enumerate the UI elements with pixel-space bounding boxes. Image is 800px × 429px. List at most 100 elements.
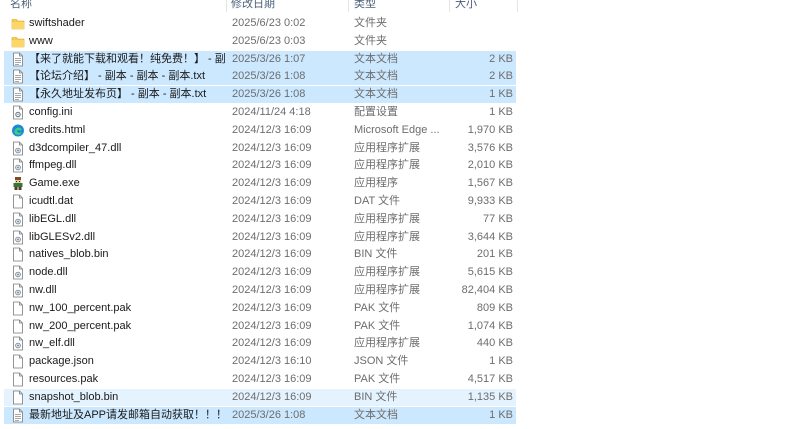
file-row[interactable]: 最新地址及APP请发邮箱自动获取！！！... 2025/3/26 1:08 文本文档…	[4, 406, 516, 424]
blank-file-icon	[11, 319, 25, 334]
file-modified-date: 2024/12/3 16:09	[232, 159, 312, 172]
edge-icon	[11, 123, 25, 138]
blank-file-icon	[11, 194, 25, 209]
file-row[interactable]: icudtl.dat 2024/12/3 16:09 DAT 文件 9,933 KB	[4, 193, 516, 210]
file-name: icudtl.dat	[29, 195, 74, 207]
column-divider[interactable]	[226, 0, 227, 12]
file-row[interactable]: credits.html 2024/12/3 16:09 Microsoft Edg…	[4, 122, 516, 139]
file-modified-date: 2024/12/3 16:09	[232, 177, 312, 190]
file-row[interactable]: libGLESv2.dll 2024/12/3 16:09 应用程序扩展 3,644 …	[4, 229, 516, 246]
file-name: 【来了就能下载和观看！纯免费！】 - 副...	[29, 52, 225, 65]
file-size: 1 KB	[489, 88, 513, 101]
file-name: swiftshader	[29, 17, 85, 29]
file-name: snapshot_blob.bin	[29, 390, 119, 403]
file-row[interactable]: Game.exe 2024/12/3 16:09 应用程序 1,567 KB	[4, 175, 516, 192]
file-row[interactable]: nw.dll 2024/12/3 16:09 应用程序扩展 82,404 KB	[4, 282, 516, 299]
dll-file-icon	[11, 336, 25, 351]
file-size: 809 KB	[476, 301, 513, 314]
file-row[interactable]: swiftshader 2025/6/23 0:02 文件夹	[4, 15, 516, 32]
file-size: 440 KB	[476, 337, 513, 350]
file-size: 77 KB	[483, 212, 513, 225]
dll-file-icon	[11, 265, 25, 280]
file-size: 1,135 KB	[467, 390, 513, 403]
text-file-icon	[11, 69, 25, 84]
file-size: 1 KB	[489, 106, 513, 118]
file-modified-date: 2024/12/3 16:09	[232, 212, 312, 225]
file-modified-date: 2024/12/3 16:09	[232, 319, 312, 332]
file-modified-date: 2024/12/3 16:09	[232, 390, 312, 403]
file-size: 2 KB	[489, 52, 513, 65]
column-header-type[interactable]: 类型	[354, 0, 376, 12]
file-row[interactable]: natives_blob.bin 2024/12/3 16:09 BIN 文件 201…	[4, 246, 516, 263]
file-size: 3,644 KB	[467, 230, 513, 243]
column-header-size[interactable]: 大小	[455, 0, 477, 12]
file-name: resources.pak	[29, 373, 99, 385]
file-name: Game.exe	[29, 177, 80, 190]
file-size: 1 KB	[489, 355, 513, 368]
config-file-icon	[11, 105, 25, 120]
file-name: config.ini	[29, 106, 73, 118]
file-row[interactable]: snapshot_blob.bin 2024/12/3 16:09 BIN 文件 1,…	[4, 388, 516, 406]
file-size: 4,517 KB	[467, 373, 513, 385]
column-divider[interactable]	[517, 0, 518, 12]
column-divider[interactable]	[348, 0, 349, 12]
blank-file-icon	[11, 354, 25, 369]
file-row[interactable]: 【永久地址发布页】 - 副本 - 副本.txt 2025/3/26 1:08 文本文…	[4, 86, 516, 104]
file-row[interactable]: nw_100_percent.pak 2024/12/3 16:09 PAK 文件 8…	[4, 300, 516, 317]
file-size: 1,970 KB	[467, 123, 513, 136]
file-row[interactable]: 【来了就能下载和观看！纯免费！】 - 副... 2025/3/26 1:07 文本文…	[4, 50, 516, 68]
file-row[interactable]: 【论坛介绍】 - 副本 - 副本 - 副本.txt 2025/3/26 1:08 文…	[4, 68, 516, 86]
file-name: credits.html	[29, 123, 86, 136]
file-modified-date: 2024/12/3 16:09	[232, 248, 312, 261]
file-name: 【永久地址发布页】 - 副本 - 副本.txt	[29, 88, 207, 101]
dll-file-icon	[11, 158, 25, 173]
file-name: ffmpeg.dll	[29, 159, 77, 172]
file-modified-date: 2025/3/26 1:08	[232, 70, 306, 83]
file-modified-date: 2024/12/3 16:09	[232, 266, 312, 279]
file-modified-date: 2024/12/3 16:09	[232, 123, 312, 136]
folder-icon	[11, 34, 25, 49]
text-file-icon	[11, 408, 25, 423]
file-modified-date: 2025/6/23 0:02	[232, 17, 306, 29]
file-row[interactable]: config.ini 2024/11/24 4:18 配置设置 1 KB	[4, 104, 516, 121]
file-modified-date: 2024/12/3 16:10	[232, 355, 312, 368]
file-name: libGLESv2.dll	[29, 230, 96, 243]
file-row[interactable]: node.dll 2024/12/3 16:09 应用程序扩展 5,615 KB	[4, 264, 516, 281]
file-size: 5,615 KB	[467, 266, 513, 279]
file-modified-date: 2025/3/26 1:08	[232, 88, 306, 101]
column-divider[interactable]	[449, 0, 450, 12]
column-header-date[interactable]: 修改日期	[231, 0, 275, 12]
file-size: 1,074 KB	[467, 319, 513, 332]
file-row[interactable]: d3dcompiler_47.dll 2024/12/3 16:09 应用程序扩展 3…	[4, 140, 516, 157]
file-row[interactable]: libEGL.dll 2024/12/3 16:09 应用程序扩展 77 KB	[4, 211, 516, 228]
file-size: 2 KB	[489, 70, 513, 83]
blank-file-icon	[11, 372, 25, 387]
text-file-icon	[11, 52, 25, 67]
file-size: 1,567 KB	[467, 177, 513, 190]
text-file-icon	[11, 87, 25, 102]
file-row[interactable]: nw_elf.dll 2024/12/3 16:09 应用程序扩展 440 KB	[4, 335, 516, 352]
file-size	[435, 34, 513, 49]
file-size: 2,010 KB	[467, 159, 513, 172]
dll-file-icon	[11, 283, 25, 298]
file-row[interactable]: ffmpeg.dll 2024/12/3 16:09 应用程序扩展 2,010 KB	[4, 157, 516, 174]
file-modified-date: 2025/6/23 0:03	[232, 34, 306, 47]
file-modified-date: 2024/12/3 16:09	[232, 195, 312, 207]
game-exe-icon	[11, 176, 25, 191]
folder-icon	[11, 16, 25, 31]
file-name: nw_100_percent.pak	[29, 301, 132, 314]
blank-file-icon	[11, 247, 25, 262]
blank-file-icon	[11, 390, 25, 405]
file-row[interactable]: resources.pak 2024/12/3 16:09 PAK 文件 4,517 …	[4, 371, 516, 388]
file-modified-date: 2024/12/3 16:09	[232, 141, 312, 154]
file-name: node.dll	[29, 266, 68, 279]
file-row[interactable]: www 2025/6/23 0:03 文件夹	[4, 33, 516, 50]
file-size: 9,933 KB	[467, 195, 513, 207]
dll-file-icon	[11, 141, 25, 156]
file-size: 82,404 KB	[461, 284, 513, 296]
column-header-name[interactable]: 名称	[10, 0, 32, 12]
file-name: 最新地址及APP请发邮箱自动获取！！！...	[29, 408, 225, 421]
file-row[interactable]: package.json 2024/12/3 16:10 JSON 文件 1 KB	[4, 353, 516, 370]
file-row[interactable]: nw_200_percent.pak 2024/12/3 16:09 PAK 文件 1…	[4, 318, 516, 335]
file-name: package.json	[29, 355, 94, 368]
